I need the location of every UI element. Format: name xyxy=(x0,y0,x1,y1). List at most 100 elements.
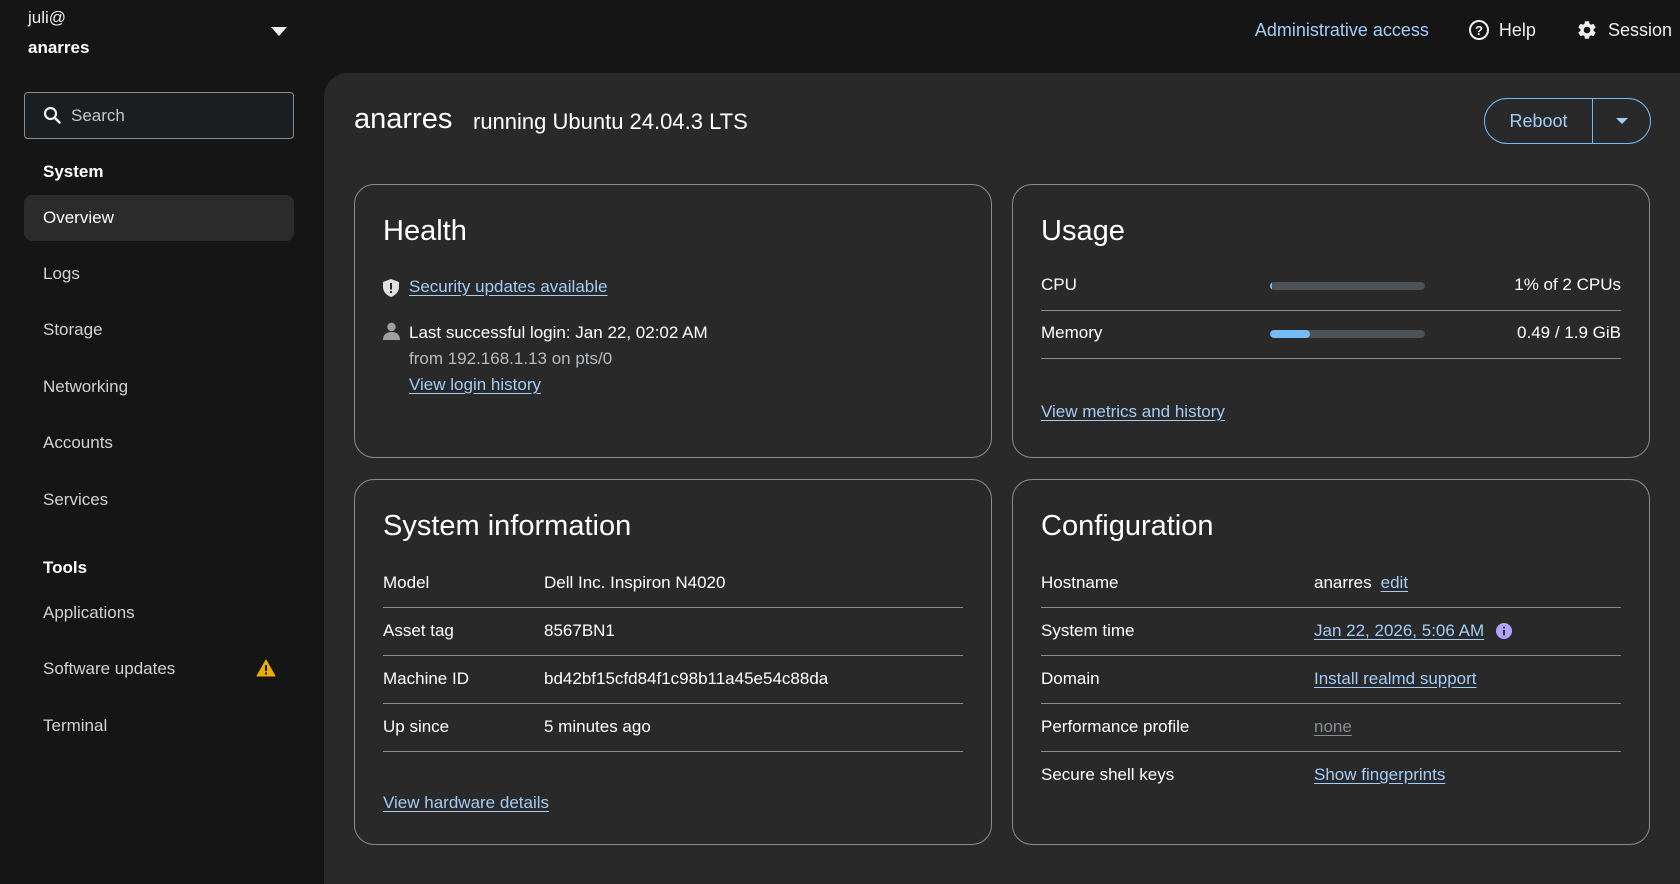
cpu-usage-row: CPU 1% of 2 CPUs xyxy=(1041,263,1621,311)
info-value: Dell Inc. Inspiron N4020 xyxy=(544,573,726,592)
sidebar-item-label: Software updates xyxy=(43,659,176,678)
reboot-button[interactable]: Reboot xyxy=(1485,99,1593,143)
config-row-domain: Domain Install realmd support xyxy=(1041,656,1621,704)
sidebar-item-accounts[interactable]: Accounts xyxy=(24,420,294,466)
hostname-edit-link[interactable]: edit xyxy=(1381,573,1408,593)
help-icon: ? xyxy=(1468,20,1489,40)
sidebar-item-label: Logs xyxy=(43,264,80,283)
cpu-progress-fill xyxy=(1270,282,1272,290)
sidebar-item-networking[interactable]: Networking xyxy=(24,364,294,410)
cpu-label: CPU xyxy=(1041,275,1077,294)
config-key: Performance profile xyxy=(1041,717,1190,736)
cpu-value: 1% of 2 CPUs xyxy=(1514,275,1621,294)
last-login-row: Last successful login: Jan 22, 02:02 AM … xyxy=(383,320,708,398)
host-name: anarres xyxy=(28,38,90,57)
domain-value-wrap: Install realmd support xyxy=(1314,669,1477,689)
memory-progress-fill xyxy=(1270,330,1311,338)
install-realmd-link[interactable]: Install realmd support xyxy=(1314,669,1477,689)
top-bar: juli@ anarres Administrative access ? He… xyxy=(0,0,1680,70)
chevron-down-icon xyxy=(271,27,287,36)
reboot-button-group: Reboot xyxy=(1484,98,1651,144)
config-key: System time xyxy=(1041,621,1135,640)
help-button[interactable]: ? Help xyxy=(1468,19,1536,41)
info-key: Asset tag xyxy=(383,621,454,640)
system-time-link[interactable]: Jan 22, 2026, 5:06 AM xyxy=(1314,621,1484,641)
session-button[interactable]: Session xyxy=(1576,19,1672,41)
ssh-value-wrap: Show fingerprints xyxy=(1314,765,1445,785)
info-row-machine-id: Machine ID bd42bf15cfd84f1c98b11a45e54c8… xyxy=(383,656,963,704)
cpu-progress-bar xyxy=(1270,282,1425,290)
config-row-hostname: Hostname anarres edit xyxy=(1041,560,1621,608)
nav-section-tools: Tools xyxy=(43,558,88,577)
config-key: Secure shell keys xyxy=(1041,765,1175,784)
top-actions: Administrative access ? Help Session xyxy=(1255,17,1672,43)
gear-icon xyxy=(1576,19,1598,41)
sidebar-item-logs[interactable]: Logs xyxy=(24,251,294,297)
reboot-menu-toggle[interactable] xyxy=(1593,99,1650,143)
view-metrics-link[interactable]: View metrics and history xyxy=(1041,402,1225,422)
info-value: 8567BN1 xyxy=(544,621,615,640)
memory-value: 0.49 / 1.9 GiB xyxy=(1517,323,1621,342)
view-login-history-link[interactable]: View login history xyxy=(409,375,541,394)
profile-value-wrap: none xyxy=(1314,717,1352,737)
memory-label: Memory xyxy=(1041,323,1103,342)
info-value: bd42bf15cfd84f1c98b11a45e54c88da xyxy=(544,669,829,688)
chevron-down-icon xyxy=(1615,118,1628,124)
show-fingerprints-link[interactable]: Show fingerprints xyxy=(1314,765,1445,785)
info-row-up-since: Up since 5 minutes ago xyxy=(383,704,963,752)
sidebar-item-terminal[interactable]: Terminal xyxy=(24,703,294,749)
info-row-asset-tag: Asset tag 8567BN1 xyxy=(383,608,963,656)
page-title: anarres xyxy=(354,103,453,135)
config-key: Domain xyxy=(1041,669,1100,688)
sidebar-item-applications[interactable]: Applications xyxy=(24,590,294,636)
security-updates-row: Security updates available xyxy=(383,277,607,297)
security-updates-link[interactable]: Security updates available xyxy=(409,277,607,297)
config-row-system-time: System time Jan 22, 2026, 5:06 AM xyxy=(1041,608,1621,656)
last-login-text: Last successful login: Jan 22, 02:02 AM xyxy=(409,323,708,342)
usage-card: Usage CPU 1% of 2 CPUs Memory 0.49 / 1.9… xyxy=(1012,184,1650,458)
sidebar-item-label: Accounts xyxy=(43,433,113,452)
sidebar: System Overview Logs Storage Networking … xyxy=(0,70,324,884)
sidebar-item-software-updates[interactable]: Software updates xyxy=(24,646,294,692)
sidebar-item-label: Networking xyxy=(43,377,129,396)
sidebar-item-label: Services xyxy=(43,490,109,509)
page-subtitle: running Ubuntu 24.04.3 LTS xyxy=(473,109,748,134)
search-icon xyxy=(43,106,61,129)
nav-section-system: System xyxy=(43,162,104,181)
search-input[interactable] xyxy=(71,93,281,138)
sidebar-item-label: Applications xyxy=(43,603,135,622)
search-box[interactable] xyxy=(24,92,294,139)
warning-icon xyxy=(256,659,276,682)
config-key: Hostname xyxy=(1041,573,1119,592)
view-hardware-details-link[interactable]: View hardware details xyxy=(383,793,549,813)
memory-progress-bar xyxy=(1270,330,1425,338)
system-information-title: System information xyxy=(383,510,632,542)
info-icon[interactable] xyxy=(1496,623,1513,639)
info-row-model: Model Dell Inc. Inspiron N4020 xyxy=(383,560,963,608)
usage-title: Usage xyxy=(1041,215,1125,247)
health-title: Health xyxy=(383,215,467,247)
info-key: Machine ID xyxy=(383,669,469,688)
login-from-text: from 192.168.1.13 on pts/0 xyxy=(409,349,613,368)
performance-profile-link[interactable]: none xyxy=(1314,717,1352,737)
memory-usage-row: Memory 0.49 / 1.9 GiB xyxy=(1041,311,1621,359)
administrative-access-link[interactable]: Administrative access xyxy=(1255,20,1429,41)
main-panel: anarres running Ubuntu 24.04.3 LTS Reboo… xyxy=(324,73,1680,884)
system-information-card: System information Model Dell Inc. Inspi… xyxy=(354,479,992,845)
configuration-card: Configuration Hostname anarres edit Syst… xyxy=(1012,479,1650,845)
config-row-ssh-keys: Secure shell keys Show fingerprints xyxy=(1041,752,1621,800)
host-user: juli@ xyxy=(28,8,67,27)
host-switcher[interactable]: juli@ anarres xyxy=(28,6,298,64)
sidebar-item-storage[interactable]: Storage xyxy=(24,307,294,353)
configuration-title: Configuration xyxy=(1041,510,1214,542)
shield-icon xyxy=(383,277,409,297)
sidebar-item-label: Overview xyxy=(43,208,114,227)
user-icon xyxy=(383,320,409,398)
info-key: Model xyxy=(383,573,430,592)
sidebar-item-services[interactable]: Services xyxy=(24,477,294,523)
info-key: Up since xyxy=(383,717,450,736)
sidebar-item-label: Terminal xyxy=(43,716,108,735)
help-label: Help xyxy=(1498,19,1536,40)
session-label: Session xyxy=(1607,19,1672,40)
sidebar-item-overview[interactable]: Overview xyxy=(24,195,294,241)
